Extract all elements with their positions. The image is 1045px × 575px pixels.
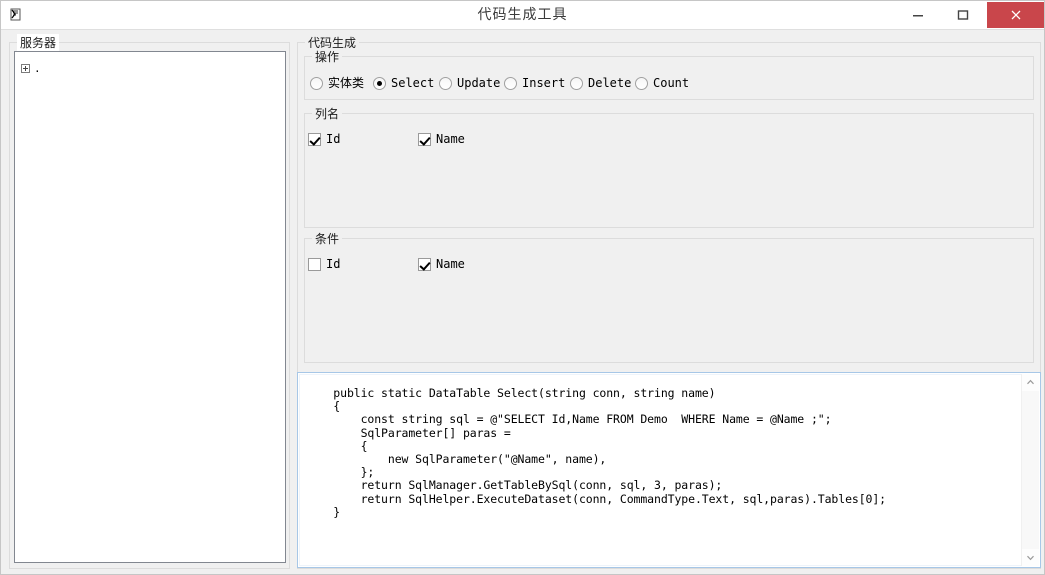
checkbox-indicator <box>418 257 431 271</box>
radio-entity-class[interactable]: 实体类 <box>310 75 364 91</box>
minimize-button[interactable] <box>895 2 940 28</box>
tree-node-root[interactable]: . <box>21 61 41 76</box>
close-icon <box>1011 10 1020 20</box>
radio-label: Delete <box>588 75 632 90</box>
expand-plus-icon[interactable] <box>21 64 30 73</box>
radio-update[interactable]: Update <box>439 75 500 91</box>
app-window: 代码生成工具 服务器 . 代码生成 操作 实体类 Select Update I… <box>0 0 1045 575</box>
checkbox-indicator <box>418 132 431 146</box>
action-groupbox: 操作 实体类 Select Update Insert Delete Count <box>304 48 1034 100</box>
radio-insert[interactable]: Insert <box>504 75 565 91</box>
radio-indicator <box>439 76 452 90</box>
radio-label: 实体类 <box>328 75 365 90</box>
radio-label: Insert <box>522 75 566 90</box>
action-group-label: 操作 <box>312 48 343 65</box>
radio-indicator <box>373 76 386 90</box>
radio-select[interactable]: Select <box>373 75 434 91</box>
server-treeview[interactable]: . <box>14 51 286 563</box>
checkbox-label: Id <box>326 256 341 271</box>
close-button[interactable] <box>987 2 1044 28</box>
server-groupbox: 服务器 . <box>9 34 290 569</box>
checkbox-label: Id <box>326 131 341 146</box>
radio-label: Select <box>391 75 435 90</box>
checkbox-column-id[interactable]: Id <box>308 131 340 147</box>
tree-node-label: . <box>34 61 41 75</box>
scroll-up-arrow-icon[interactable] <box>1022 374 1039 391</box>
title-bar: 代码生成工具 <box>1 1 1044 30</box>
checkbox-label: Name <box>436 131 465 146</box>
condition-groupbox: 条件 Id Name <box>304 230 1034 363</box>
scroll-track[interactable] <box>1022 391 1039 549</box>
condition-group-label: 条件 <box>312 230 343 247</box>
columns-group-label: 列名 <box>312 105 343 122</box>
maximize-button[interactable] <box>940 2 985 28</box>
maximize-icon <box>957 10 968 20</box>
generated-code-textbox[interactable]: public static DataTable Select(string co… <box>297 372 1041 568</box>
minimize-icon <box>912 15 923 17</box>
radio-label: Count <box>653 75 690 90</box>
radio-indicator <box>635 76 648 90</box>
scroll-down-arrow-icon[interactable] <box>1022 549 1039 566</box>
checkbox-condition-name[interactable]: Name <box>418 256 465 272</box>
checkbox-indicator <box>308 257 321 271</box>
checkbox-column-name[interactable]: Name <box>418 131 465 147</box>
radio-count[interactable]: Count <box>635 75 689 91</box>
code-vertical-scrollbar[interactable] <box>1021 374 1039 566</box>
radio-indicator <box>570 76 583 90</box>
server-group-label: 服务器 <box>17 34 60 51</box>
window-title: 代码生成工具 <box>477 7 568 23</box>
columns-groupbox: 列名 Id Name <box>304 105 1034 228</box>
radio-label: Update <box>457 75 501 90</box>
checkbox-label: Name <box>436 256 465 271</box>
radio-indicator <box>310 76 323 90</box>
checkbox-indicator <box>308 132 321 146</box>
radio-indicator <box>504 76 517 90</box>
generated-code-text: public static DataTable Select(string co… <box>333 386 887 519</box>
checkbox-condition-id[interactable]: Id <box>308 256 340 272</box>
radio-delete[interactable]: Delete <box>570 75 631 91</box>
